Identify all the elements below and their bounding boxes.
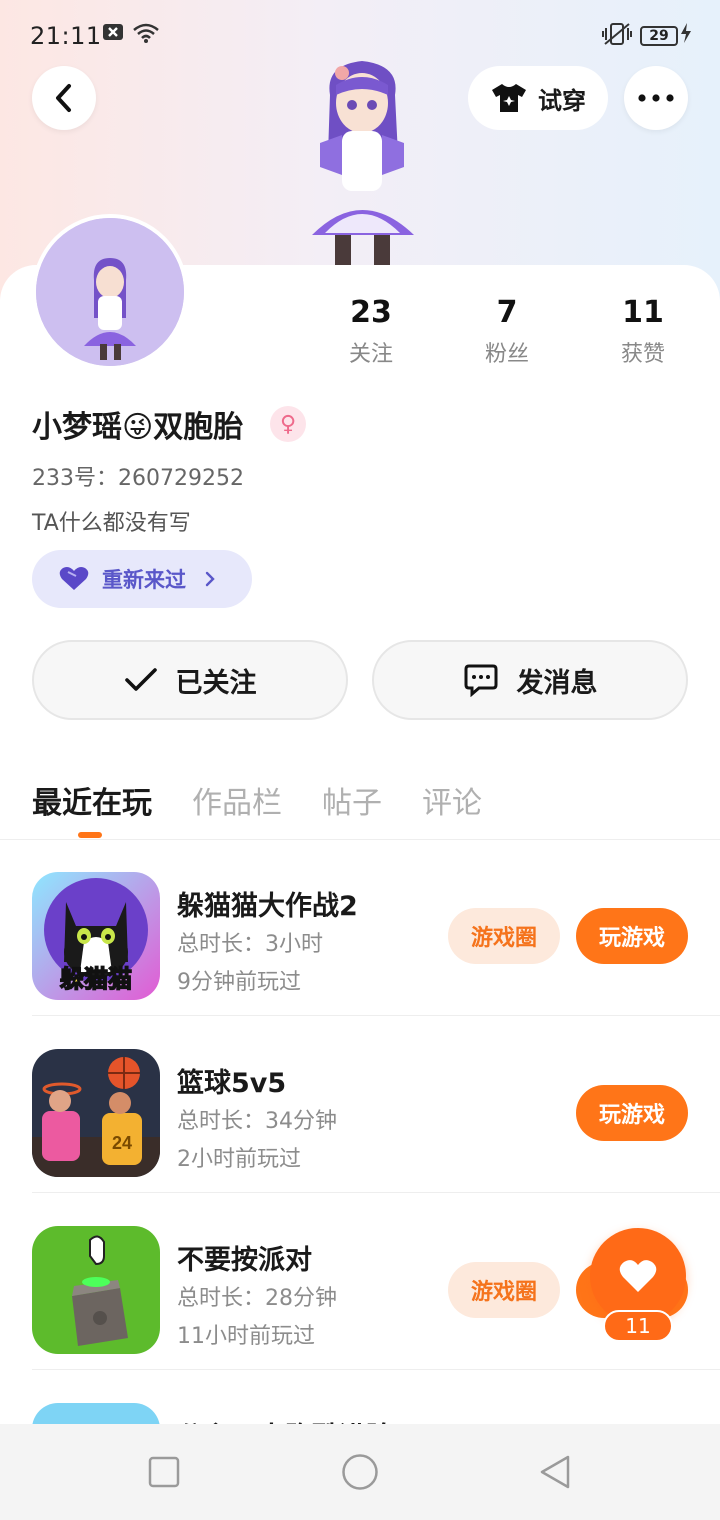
heart-icon <box>59 567 89 590</box>
more-button[interactable] <box>624 66 688 130</box>
game-icon-text: 躲猫猫 <box>59 964 132 993</box>
nickname: 小梦瑶😜双胞胎 <box>32 410 244 445</box>
chat-bubble-icon <box>464 664 497 697</box>
chevron-left-icon <box>56 84 71 112</box>
followed-button[interactable]: 已关注 <box>32 640 348 720</box>
game-title: 篮球5v5 <box>177 1068 287 1099</box>
checkmark-icon <box>124 668 157 691</box>
game-row[interactable]: 躲猫猫 躲猫猫大作战2 总时长：3小时 9分钟前玩过 游戏圈 玩游戏 <box>0 840 720 1016</box>
game-icon-dont-press[interactable] <box>32 1226 160 1354</box>
followed-label: 已关注 <box>175 667 257 699</box>
character-illustration <box>290 55 435 270</box>
tab-works[interactable]: 作品栏 <box>192 778 282 822</box>
battery-indicator: 29 <box>640 26 678 46</box>
svg-text:24: 24 <box>112 1133 132 1153</box>
stat-following[interactable]: 23 关注 <box>316 295 426 368</box>
stat-followers[interactable]: 7 粉丝 <box>452 295 562 368</box>
row-divider <box>32 1015 720 1016</box>
game-circle-button[interactable]: 游戏圈 <box>448 1262 560 1318</box>
system-nav-bar <box>0 1424 720 1520</box>
game-title: 躲猫猫大作战2 <box>177 891 358 922</box>
game-title: 不要按派对 <box>177 1245 312 1276</box>
recents-square-icon[interactable] <box>148 1456 180 1488</box>
game-last-played: 9分钟前玩过 <box>177 970 301 995</box>
charging-icon <box>680 22 692 50</box>
wifi-icon <box>132 22 160 50</box>
play-game-button[interactable]: 玩游戏 <box>576 1085 688 1141</box>
notification-icon <box>102 22 124 48</box>
tab-recently-played[interactable]: 最近在玩 <box>32 778 152 822</box>
message-label: 发消息 <box>516 667 598 699</box>
female-gender-icon: ♀ <box>270 406 306 442</box>
status-time: 21:11 <box>30 22 102 50</box>
vibrate-icon <box>602 22 632 52</box>
home-circle-icon[interactable] <box>341 1453 379 1491</box>
active-tab-indicator <box>78 832 102 838</box>
restart-button[interactable]: 重新来过 <box>32 550 252 608</box>
game-duration: 总时长：34分钟 <box>177 1109 337 1134</box>
try-on-label: 试穿 <box>538 86 586 115</box>
row-divider <box>32 1369 720 1370</box>
bio: TA什么都没有写 <box>32 511 191 536</box>
heart-icon <box>619 1260 657 1292</box>
tab-comments[interactable]: 评论 <box>422 778 482 822</box>
chevron-right-icon <box>205 571 215 587</box>
game-icon-hide-and-seek[interactable]: 躲猫猫 <box>32 872 160 1000</box>
game-last-played: 2小时前玩过 <box>177 1147 301 1172</box>
avatar[interactable] <box>32 214 188 370</box>
game-icon-basketball[interactable]: 24 <box>32 1049 160 1177</box>
play-game-button[interactable]: 玩游戏 <box>576 908 688 964</box>
tab-posts[interactable]: 帖子 <box>322 778 382 822</box>
game-duration: 总时长：3小时 <box>177 932 323 957</box>
tshirt-icon <box>492 84 526 112</box>
back-button[interactable] <box>32 66 96 130</box>
row-divider <box>32 1192 720 1193</box>
game-row[interactable]: 24 篮球5v5 总时长：34分钟 2小时前玩过 玩游戏 <box>0 1017 720 1193</box>
restart-label: 重新来过 <box>102 568 186 592</box>
back-triangle-icon[interactable] <box>538 1454 572 1490</box>
user-id: 233号：260729252 <box>32 466 244 491</box>
try-on-button[interactable]: 试穿 <box>468 66 608 130</box>
like-count-badge: 11 <box>603 1310 673 1342</box>
game-duration: 总时长：28分钟 <box>177 1286 337 1311</box>
message-button[interactable]: 发消息 <box>372 640 688 720</box>
game-circle-button[interactable]: 游戏圈 <box>448 908 560 964</box>
stat-likes[interactable]: 11 获赞 <box>588 295 698 368</box>
game-last-played: 11小时前玩过 <box>177 1324 315 1349</box>
more-dots-icon <box>638 94 674 102</box>
profile-tabs: 最近在玩 作品栏 帖子 评论 <box>32 778 482 822</box>
